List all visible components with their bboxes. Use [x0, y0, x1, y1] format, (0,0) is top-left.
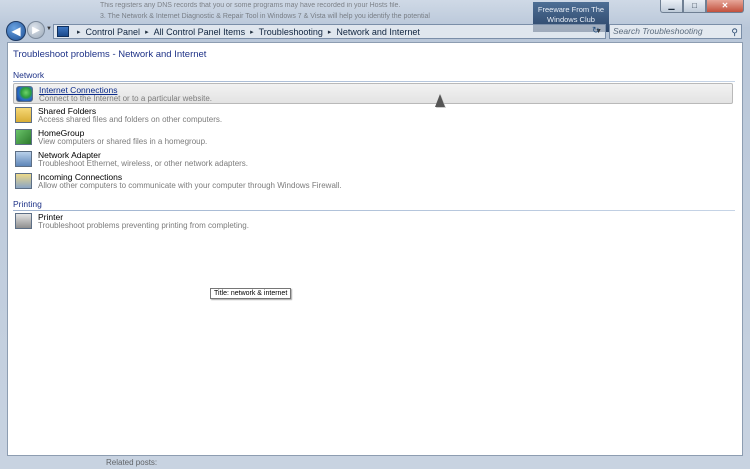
- breadcrumb-all-control-panel-items[interactable]: All Control Panel Items: [154, 27, 246, 37]
- group-network: Network: [13, 70, 735, 82]
- back-button[interactable]: ◀: [6, 21, 26, 41]
- group-divider: [13, 81, 735, 82]
- group-label: Printing: [13, 199, 42, 209]
- item-description: Troubleshoot Ethernet, wireless, or othe…: [38, 159, 249, 168]
- minimize-button[interactable]: ▁: [660, 0, 683, 13]
- troubleshooter-homegroup[interactable]: HomeGroup View computers or shared files…: [13, 127, 733, 148]
- printer-icon: [15, 213, 32, 229]
- search-placeholder: Search Troubleshooting: [613, 26, 703, 36]
- control-panel-icon: [57, 26, 69, 37]
- troubleshooter-shared-folders[interactable]: Shared Folders Access shared files and f…: [13, 105, 733, 126]
- background-line: 3. The Network & Internet Diagnostic & R…: [100, 13, 430, 20]
- breadcrumb-network-and-internet[interactable]: Network and Internet: [336, 27, 420, 37]
- search-input[interactable]: Search Troubleshooting ⚲: [609, 24, 742, 39]
- item-description: Access shared files and folders on other…: [38, 115, 223, 124]
- close-button[interactable]: ✕: [706, 0, 744, 13]
- item-description: Troubleshoot problems preventing printin…: [38, 221, 249, 230]
- forward-button[interactable]: ▶: [27, 21, 45, 39]
- chevron-right-icon[interactable]: ▸: [77, 28, 81, 36]
- background-line: This registers any DNS records that you …: [100, 2, 401, 9]
- breadcrumb-troubleshooting[interactable]: Troubleshooting: [259, 27, 323, 37]
- breadcrumb-control-panel[interactable]: Control Panel: [86, 27, 141, 37]
- chevron-right-icon[interactable]: ▸: [328, 28, 332, 36]
- chevron-right-icon[interactable]: ▸: [250, 28, 254, 36]
- content-pane: Troubleshoot problems - Network and Inte…: [7, 42, 743, 456]
- address-bar[interactable]: ▸ Control Panel ▸ All Control Panel Item…: [53, 24, 606, 39]
- refresh-icon[interactable]: ↻: [592, 25, 600, 36]
- troubleshooter-printer[interactable]: Printer Troubleshoot problems preventing…: [13, 211, 733, 232]
- breadcrumb: ▸ Control Panel ▸ All Control Panel Item…: [72, 27, 420, 37]
- network-adapter-icon: [15, 151, 32, 167]
- mouse-cursor-icon: [435, 94, 445, 107]
- chevron-right-icon[interactable]: ▸: [145, 28, 149, 36]
- troubleshooter-incoming-connections[interactable]: Incoming Connections Allow other compute…: [13, 171, 733, 192]
- background-related-posts: Related posts:: [106, 458, 158, 467]
- homegroup-icon: [15, 129, 32, 145]
- group-printing: Printing: [13, 199, 735, 211]
- window-frame: This registers any DNS records that you …: [0, 0, 750, 469]
- item-description: Connect to the Internet or to a particul…: [39, 94, 212, 103]
- item-description: Allow other computers to communicate wit…: [38, 181, 342, 190]
- tooltip: Title: network & internet: [210, 288, 292, 299]
- search-icon[interactable]: ⚲: [731, 26, 738, 39]
- troubleshooter-network-adapter[interactable]: Network Adapter Troubleshoot Ethernet, w…: [13, 149, 733, 170]
- recent-pages-dropdown-icon[interactable]: ▼: [46, 26, 52, 32]
- group-label: Network: [13, 70, 45, 80]
- incoming-connections-icon: [15, 173, 32, 189]
- page-title: Troubleshoot problems - Network and Inte…: [13, 49, 207, 60]
- globe-icon: [16, 86, 33, 102]
- troubleshooter-internet-connections[interactable]: Internet Connections Connect to the Inte…: [13, 83, 733, 104]
- maximize-button[interactable]: □: [683, 0, 706, 13]
- window-controls: ▁ □ ✕: [660, 0, 744, 13]
- item-description: View computers or shared files in a home…: [38, 137, 208, 146]
- folder-icon: [15, 107, 32, 123]
